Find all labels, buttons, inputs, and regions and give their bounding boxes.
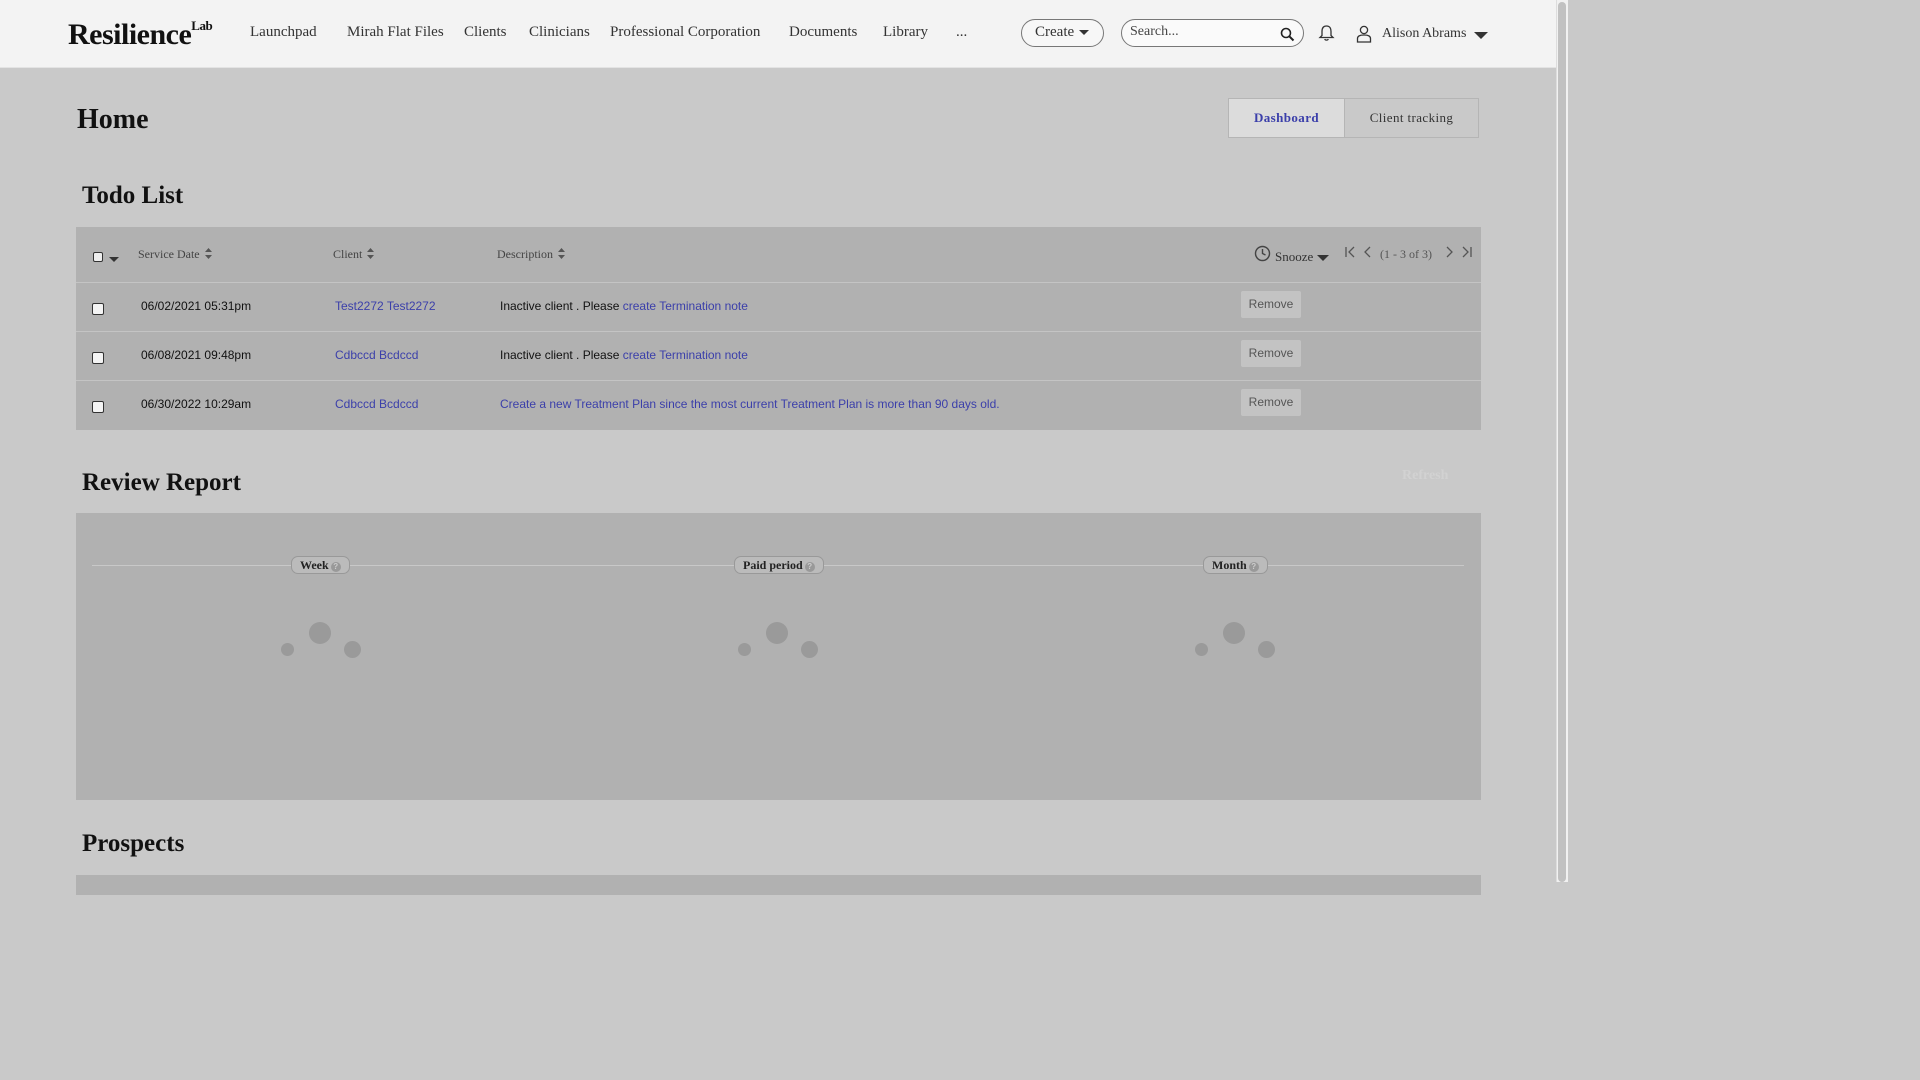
table-row: 06/02/2021 05:31pm Test2272 Test2272 Ina…	[76, 283, 1481, 332]
description-link[interactable]: create Termination note	[623, 299, 748, 313]
select-all-checkbox[interactable]	[93, 252, 103, 262]
todo-table: Service Date Client Description Snooze (…	[76, 227, 1481, 430]
user-menu-chevron-icon[interactable]	[1474, 32, 1488, 39]
todo-list-title: Todo List	[82, 182, 184, 209]
tab-client-tracking[interactable]: Client tracking	[1345, 98, 1479, 138]
row-checkbox[interactable]	[92, 401, 104, 413]
review-report-panel: Week? Paid period? Month?	[76, 513, 1481, 800]
description: Inactive client . Please create Terminat…	[500, 299, 748, 313]
view-tabs: Dashboard Client tracking	[1228, 98, 1479, 138]
table-header: Service Date Client Description Snooze (…	[76, 227, 1481, 283]
column-header-description[interactable]: Description	[497, 247, 565, 262]
next-page-icon[interactable]	[1444, 246, 1454, 258]
snooze-dropdown[interactable]: Snooze	[1275, 249, 1330, 265]
nav-item-more[interactable]: ...	[956, 24, 967, 41]
table-row: 06/30/2022 10:29am Cdbccd Bcdccd Create …	[76, 381, 1481, 430]
first-page-icon[interactable]	[1344, 246, 1356, 258]
search-icon[interactable]	[1280, 27, 1295, 42]
nav-item-documents[interactable]: Documents	[789, 24, 857, 41]
tab-dashboard[interactable]: Dashboard	[1228, 98, 1345, 138]
nav-item-library[interactable]: Library	[883, 24, 928, 41]
help-icon[interactable]: ?	[330, 562, 341, 572]
prospects-title: Prospects	[82, 830, 185, 857]
service-date: 06/30/2022 10:29am	[141, 397, 252, 411]
description-link[interactable]: create Termination note	[623, 348, 748, 362]
refresh-button[interactable]: Refresh	[1402, 468, 1448, 484]
select-options-chevron-icon[interactable]	[109, 257, 119, 262]
sort-icon	[204, 248, 212, 259]
sort-icon	[558, 248, 565, 259]
nav-item-clients[interactable]: Clients	[464, 24, 507, 41]
bell-icon[interactable]	[1318, 24, 1335, 42]
column-header-service-date[interactable]: Service Date	[138, 247, 212, 262]
remove-button[interactable]: Remove	[1241, 291, 1301, 318]
remove-button[interactable]: Remove	[1241, 389, 1301, 416]
description: Inactive client . Please create Terminat…	[500, 348, 748, 362]
service-date: 06/08/2021 09:48pm	[141, 348, 252, 362]
column-header-client[interactable]: Client	[333, 247, 375, 262]
prospects-panel	[76, 875, 1481, 895]
client-link[interactable]: Cdbccd Bcdccd	[335, 348, 418, 362]
search-input[interactable]	[1130, 24, 1270, 40]
search-box	[1121, 19, 1304, 47]
service-date: 06/02/2021 05:31pm	[141, 299, 252, 313]
user-name[interactable]: Alison Abrams	[1382, 26, 1466, 42]
period-paid-period: Paid period?	[734, 556, 824, 574]
help-icon[interactable]: ?	[1248, 562, 1259, 572]
create-button[interactable]: Create	[1021, 19, 1104, 47]
previous-page-icon[interactable]	[1363, 246, 1373, 258]
chevron-down-icon	[1079, 30, 1090, 36]
scrollbar[interactable]	[1556, 0, 1568, 882]
nav-item-clinicians[interactable]: Clinicians	[529, 24, 590, 41]
description-text: Inactive client . Please	[500, 348, 623, 362]
remove-button[interactable]: Remove	[1241, 340, 1301, 367]
top-navigation: ResilienceLab Launchpad Mirah Flat Files…	[0, 0, 1556, 68]
clock-icon[interactable]	[1254, 245, 1271, 262]
client-link[interactable]: Cdbccd Bcdccd	[335, 397, 418, 411]
review-report-title: Review Report	[82, 469, 241, 496]
row-checkbox[interactable]	[92, 303, 104, 315]
scrollbar-thumb[interactable]	[1558, 2, 1566, 882]
period-week: Week?	[291, 556, 350, 574]
table-row: 06/08/2021 09:48pm Cdbccd Bcdccd Inactiv…	[76, 332, 1481, 381]
user-icon[interactable]	[1356, 25, 1372, 43]
nav-item-mirah-flat-files[interactable]: Mirah Flat Files	[347, 24, 444, 41]
row-checkbox[interactable]	[92, 352, 104, 364]
chevron-down-icon	[1317, 255, 1330, 262]
help-icon[interactable]: ?	[804, 562, 815, 572]
sort-icon	[367, 248, 375, 259]
client-link[interactable]: Test2272 Test2272	[335, 299, 436, 313]
app-logo[interactable]: ResilienceLab	[68, 18, 213, 52]
create-button-label: Create	[1035, 24, 1075, 40]
nav-item-launchpad[interactable]: Launchpad	[250, 24, 317, 41]
last-page-icon[interactable]	[1461, 246, 1473, 258]
period-month: Month?	[1203, 556, 1268, 574]
description: Create a new Treatment Plan since the mo…	[500, 397, 1000, 411]
description-text: Inactive client . Please	[500, 299, 623, 313]
page-title: Home	[77, 104, 149, 135]
description-link[interactable]: Create a new Treatment Plan since the mo…	[500, 397, 1000, 411]
pagination-info: (1 - 3 of 3)	[1380, 247, 1432, 261]
nav-item-professional-corporation[interactable]: Professional Corporation	[610, 24, 760, 41]
